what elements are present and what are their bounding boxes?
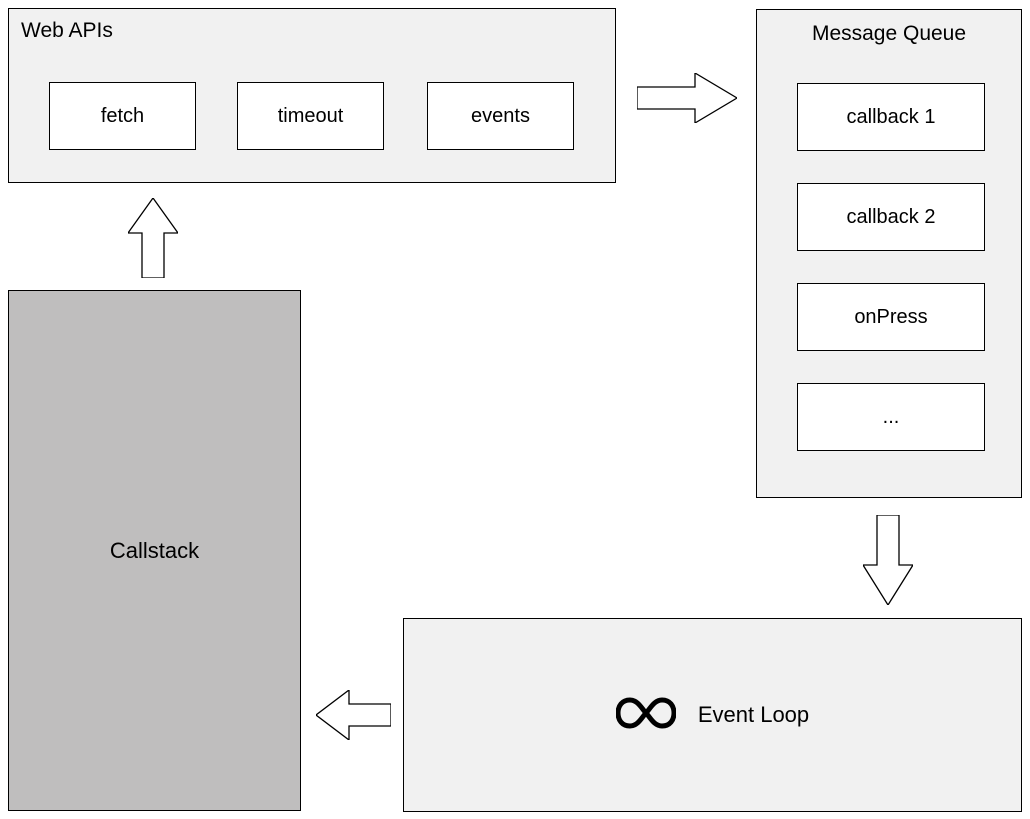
- queue-item-label: ...: [883, 406, 900, 429]
- queue-item-label: callback 2: [847, 206, 936, 229]
- api-item-label: events: [471, 105, 530, 128]
- arrow-left-icon: [316, 690, 391, 745]
- callstack-box: Callstack: [8, 290, 301, 811]
- queue-item: callback 1: [797, 83, 985, 151]
- queue-item: ...: [797, 383, 985, 451]
- api-item-label: timeout: [278, 105, 344, 128]
- web-apis-box: Web APIs fetch timeout events: [8, 8, 616, 183]
- arrow-down-icon: [863, 515, 913, 610]
- api-item-label: fetch: [101, 105, 144, 128]
- event-loop-box: Event Loop: [403, 618, 1022, 812]
- web-apis-title: Web APIs: [21, 19, 113, 43]
- message-queue-title: Message Queue: [812, 22, 966, 46]
- api-item-events: events: [427, 82, 574, 150]
- queue-item: callback 2: [797, 183, 985, 251]
- infinity-icon: [616, 694, 676, 737]
- queue-item-label: callback 1: [847, 106, 936, 129]
- arrow-right-icon: [637, 73, 737, 128]
- event-loop-title: Event Loop: [698, 702, 809, 728]
- queue-item-label: onPress: [854, 306, 927, 329]
- message-queue-box: Message Queue callback 1 callback 2 onPr…: [756, 9, 1022, 498]
- api-item-fetch: fetch: [49, 82, 196, 150]
- queue-item: onPress: [797, 283, 985, 351]
- arrow-up-icon: [128, 198, 178, 283]
- callstack-title: Callstack: [110, 538, 199, 564]
- api-item-timeout: timeout: [237, 82, 384, 150]
